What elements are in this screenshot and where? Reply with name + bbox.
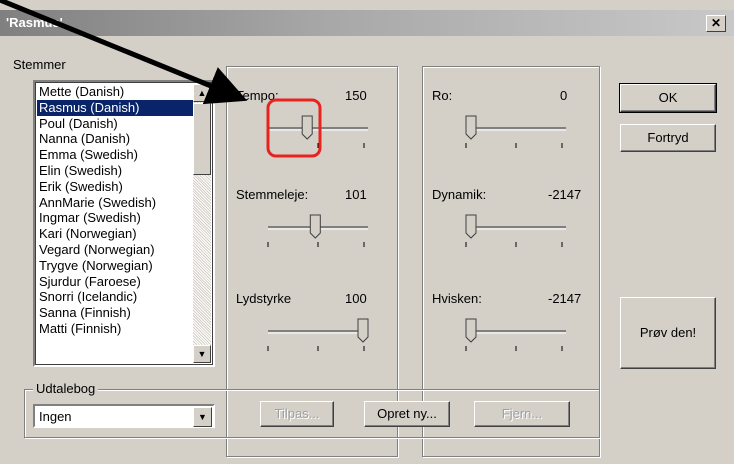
annotation-arrow-icon — [0, 0, 248, 105]
highlight-box — [266, 98, 322, 158]
annotation-overlay — [0, 0, 322, 158]
voice-settings-dialog: 'Rasmus' ✕ Stemmer Mette (Danish) Rasmus … — [0, 0, 734, 464]
